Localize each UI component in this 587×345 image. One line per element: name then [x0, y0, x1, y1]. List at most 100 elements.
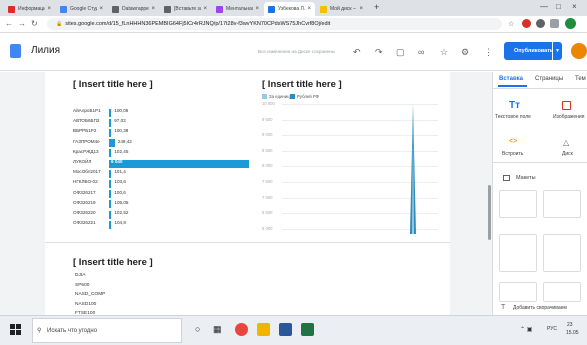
- browser-tab[interactable]: Ментальная кар×: [212, 2, 263, 16]
- settings-gear-icon[interactable]: ⚙: [461, 47, 469, 58]
- bar-value-label: 97,03: [114, 118, 126, 124]
- publish-button[interactable]: Опубликовать ▼: [504, 42, 562, 60]
- undo-icon[interactable]: ↶: [353, 47, 361, 58]
- tab-close-icon[interactable]: ×: [201, 6, 207, 12]
- site-name[interactable]: Лилия: [31, 45, 60, 56]
- user-avatar[interactable]: [571, 43, 587, 59]
- section-divider: [45, 242, 450, 243]
- drive-label[interactable]: Диск: [562, 151, 573, 157]
- tab-pages[interactable]: Страницы: [535, 76, 563, 82]
- word-icon[interactable]: [279, 323, 292, 336]
- embed-label[interactable]: Встроить: [502, 151, 523, 157]
- forward-icon[interactable]: →: [18, 19, 26, 28]
- tab-label: Datawrapper: cre: [122, 6, 150, 12]
- tab-close-icon[interactable]: ×: [253, 6, 259, 12]
- bar-value-label: 102,52: [114, 210, 129, 215]
- text-box-icon[interactable]: Tт: [509, 100, 520, 111]
- collapsible-text-label[interactable]: Добавить сворачиваем: [513, 305, 567, 311]
- file-explorer-icon[interactable]: [257, 323, 270, 336]
- layouts-label: Макеты: [516, 175, 536, 181]
- browser-tab[interactable]: Datawrapper: cre×: [108, 2, 159, 16]
- tab-close-icon[interactable]: ×: [45, 6, 51, 12]
- layout-option[interactable]: [499, 282, 537, 302]
- section-title-right[interactable]: [ Insert title here ]: [262, 79, 342, 90]
- bar[interactable]: [109, 159, 249, 168]
- tab-insert[interactable]: Вставка: [499, 76, 523, 82]
- browser-tab[interactable]: Узбекова Л.А.×: [264, 2, 315, 16]
- redo-icon[interactable]: ↷: [375, 47, 383, 58]
- bar-value-label: 100,6: [114, 189, 126, 195]
- browser-tab[interactable]: Информационн×: [4, 2, 55, 16]
- browser-tab[interactable]: [Вставьте загол×: [160, 2, 211, 16]
- cortana-icon[interactable]: ○: [195, 324, 200, 334]
- layout-option[interactable]: [543, 190, 581, 218]
- bar-value-label: 102,45: [114, 148, 129, 154]
- extension-icon[interactable]: [522, 19, 531, 28]
- drive-icon[interactable]: △: [563, 138, 569, 147]
- bar[interactable]: [109, 169, 112, 178]
- bar-category-label: ОФЗ26217: [73, 189, 96, 195]
- taskbar-search-field[interactable]: ⚲ Искать что угодно: [32, 318, 182, 343]
- clock-time[interactable]: 23: [567, 322, 573, 328]
- list-item: NASD_COMP: [75, 292, 106, 297]
- clock-date[interactable]: 15.05: [566, 330, 579, 336]
- bar-value-label: 101,4: [114, 169, 126, 175]
- layout-option[interactable]: [499, 234, 537, 272]
- google-sites-logo-icon[interactable]: [10, 44, 21, 58]
- minimize-icon[interactable]: —: [540, 2, 548, 11]
- tab-favicon-icon: [164, 5, 171, 13]
- bar[interactable]: [109, 128, 112, 138]
- tab-close-icon[interactable]: ×: [357, 6, 363, 12]
- image-icon[interactable]: [562, 101, 571, 110]
- profile-avatar[interactable]: [565, 18, 576, 29]
- layout-option[interactable]: [543, 282, 581, 302]
- new-tab-button[interactable]: +: [374, 2, 379, 12]
- language-indicator[interactable]: РУС: [547, 326, 557, 332]
- chrome-taskbar-icon[interactable]: [235, 323, 248, 336]
- layout-option[interactable]: [543, 234, 581, 272]
- browser-tab[interactable]: Мой диск – Goo×: [316, 2, 367, 16]
- tab-close-icon[interactable]: ×: [149, 6, 155, 12]
- star-icon[interactable]: ☆: [508, 20, 514, 28]
- bar[interactable]: [109, 139, 115, 148]
- link-icon[interactable]: ∞: [418, 47, 424, 57]
- url-field[interactable]: 🔒 sites.google.com/d/15_fLnHHHN36PEMBIG6…: [47, 18, 502, 30]
- section-title-bottom[interactable]: [ Insert title here ]: [73, 257, 153, 268]
- extensions-puzzle-icon[interactable]: [550, 19, 559, 28]
- windows-start-icon[interactable]: [10, 324, 22, 336]
- bar[interactable]: [109, 200, 112, 209]
- preview-icon[interactable]: ▢: [396, 47, 405, 58]
- bar[interactable]: [109, 190, 112, 199]
- text-box-label[interactable]: Текстовое поле: [495, 114, 531, 120]
- embed-icon[interactable]: <>: [509, 138, 517, 145]
- bar[interactable]: [109, 179, 112, 189]
- tab-themes[interactable]: Тем: [575, 76, 586, 82]
- bar[interactable]: [109, 220, 112, 229]
- share-icon[interactable]: ☆: [440, 47, 448, 58]
- excel-icon[interactable]: [301, 323, 314, 336]
- bar[interactable]: [109, 149, 112, 158]
- bar[interactable]: [109, 118, 112, 127]
- tab-close-icon[interactable]: ×: [97, 6, 103, 12]
- back-icon[interactable]: ←: [5, 19, 13, 28]
- tray-icons[interactable]: ⌃ ▣: [520, 326, 532, 333]
- more-vert-icon[interactable]: ⋮: [484, 47, 493, 58]
- tab-close-icon[interactable]: ×: [305, 6, 311, 12]
- area-chart: За единицу Рублей РФ 10 000 9 500 9 000 8 500…: [262, 92, 440, 234]
- reload-icon[interactable]: ↻: [31, 19, 38, 28]
- bar-value-label: 103,6: [114, 179, 126, 185]
- tab-favicon-icon: [60, 5, 67, 13]
- extension-icon[interactable]: [536, 19, 545, 28]
- maximize-icon[interactable]: □: [556, 2, 561, 11]
- window-close-icon[interactable]: ×: [572, 2, 577, 11]
- section-title-left[interactable]: [ Insert title here ]: [73, 79, 153, 90]
- bar[interactable]: [109, 210, 112, 219]
- images-label[interactable]: Изображения: [553, 114, 584, 120]
- canvas-scrollbar[interactable]: [488, 185, 491, 240]
- chevron-down-icon[interactable]: ▼: [552, 42, 562, 60]
- layout-option[interactable]: [499, 190, 537, 218]
- browser-tab[interactable]: Google Студия да×: [56, 2, 107, 16]
- bar-category-label: МосОбл2017: [73, 169, 101, 175]
- bar[interactable]: [109, 108, 112, 117]
- task-view-icon[interactable]: ▦: [213, 324, 222, 335]
